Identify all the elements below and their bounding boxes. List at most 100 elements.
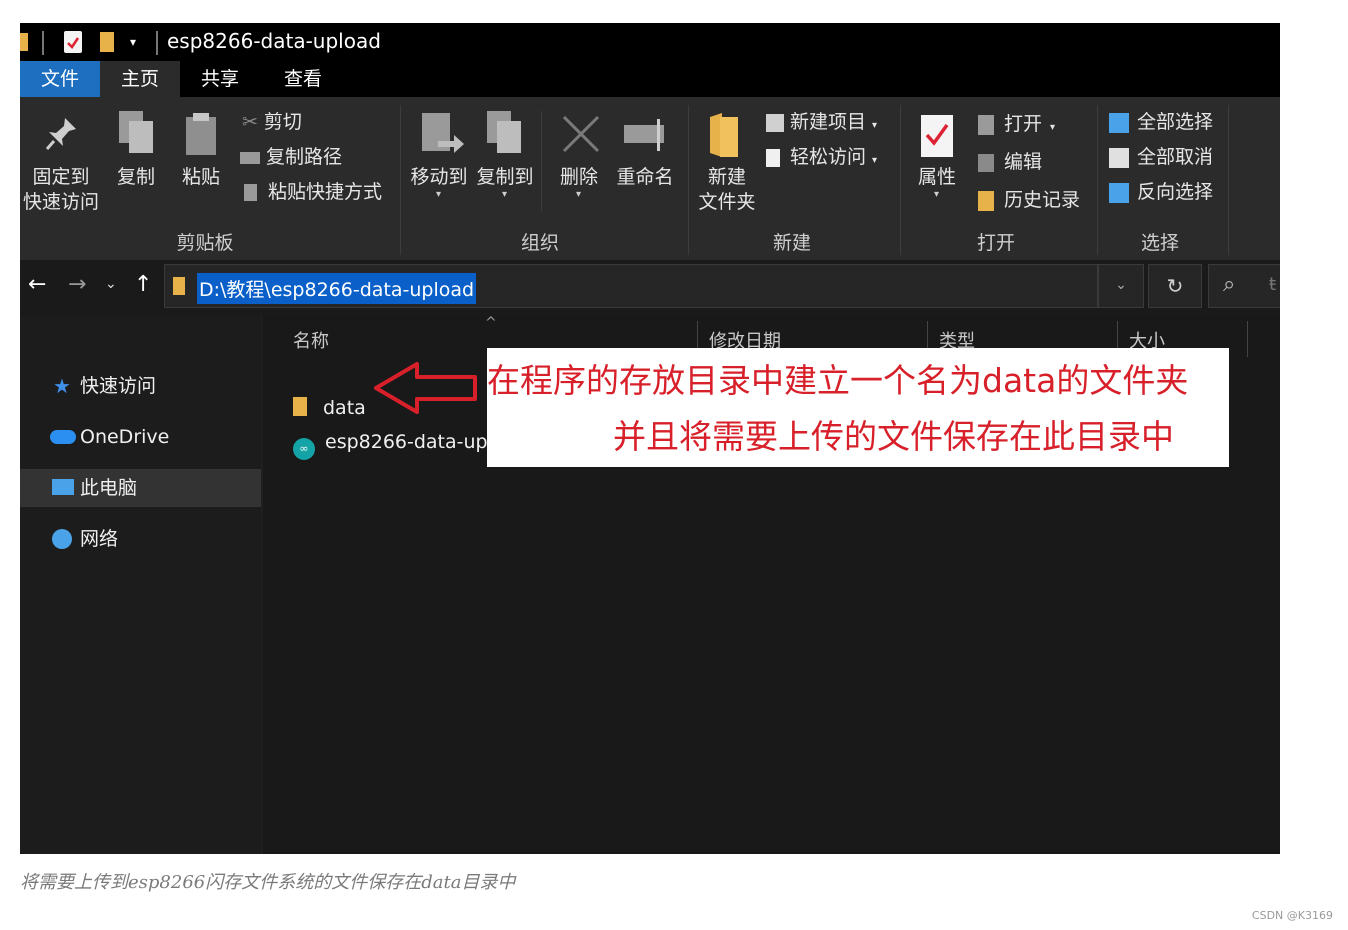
group-label-new: 新建 xyxy=(772,232,811,254)
move-to-button[interactable]: 移动到 xyxy=(406,165,472,190)
nav-item-quick-access[interactable]: ★ 快速访问 xyxy=(20,367,261,405)
annotation-line2: 并且将需要上传的文件保存在此目录中 xyxy=(613,417,1174,456)
nav-item-label: 快速访问 xyxy=(80,375,157,397)
network-icon xyxy=(52,529,72,549)
copy-path-button[interactable]: 复制路径 xyxy=(240,145,342,169)
rename-button[interactable]: 重命名 xyxy=(612,165,678,190)
paste-shortcut-button[interactable]: 粘贴快捷方式 xyxy=(244,180,382,204)
open-button[interactable]: 打开 ▾ xyxy=(978,112,1055,140)
folder-icon xyxy=(20,33,28,51)
easy-access-dropdown-icon: ▾ xyxy=(872,155,878,166)
copy-icon xyxy=(117,109,157,161)
copy-button[interactable]: 复制 xyxy=(112,165,160,190)
star-icon: ★ xyxy=(53,374,71,398)
edit-button[interactable]: 编辑 xyxy=(978,150,1042,174)
select-none-label: 全部取消 xyxy=(1137,146,1214,168)
address-bar-row: ← → ⌄ ↑ D:\教程\esp8266-data-upload ⌄ ↻ ⌕ … xyxy=(20,260,1280,315)
nav-item-label: 此电脑 xyxy=(80,477,138,499)
copy-to-dropdown-icon[interactable]: ▾ xyxy=(502,189,507,200)
nav-item-onedrive[interactable]: OneDrive xyxy=(20,418,261,456)
select-all-button[interactable]: 全部选择 xyxy=(1109,110,1213,134)
history-button[interactable]: 历史记录 xyxy=(978,188,1080,212)
properties-icon xyxy=(919,113,955,163)
open-icon xyxy=(978,114,994,135)
separator xyxy=(42,31,44,55)
rename-icon xyxy=(623,117,669,157)
annotation-box: 在程序的存放目录中建立一个名为data的文件夹 并且将需要上传的文件保存在此目录… xyxy=(487,348,1229,467)
new-item-label: 新建项目 xyxy=(790,111,867,133)
select-none-button[interactable]: 全部取消 xyxy=(1109,145,1213,169)
navigation-pane: ★ 快速访问 OneDrive 此电脑 网络 xyxy=(20,315,261,854)
up-button[interactable]: ↑ xyxy=(134,272,152,297)
column-divider xyxy=(1247,321,1248,357)
easy-access-button[interactable]: 轻松访问 ▾ xyxy=(766,145,877,173)
nav-item-this-pc[interactable]: 此电脑 xyxy=(20,469,261,507)
figure-caption: 将需要上传到esp8266闪存文件系统的文件保存在data目录中 xyxy=(20,872,516,893)
new-item-button[interactable]: 新建项目 ▾ xyxy=(766,110,877,138)
search-box[interactable]: ⌕ ŧ xyxy=(1208,264,1280,308)
forward-button[interactable]: → xyxy=(68,272,86,297)
properties-button[interactable]: 属性 xyxy=(912,165,962,190)
file-name: data xyxy=(323,397,366,419)
delete-button[interactable]: 删除 xyxy=(554,165,604,190)
new-item-dropdown-icon: ▾ xyxy=(872,120,878,131)
back-button[interactable]: ← xyxy=(28,272,46,297)
annotation-line1: 在程序的存放目录中建立一个名为data的文件夹 xyxy=(487,361,1189,400)
new-folder-button[interactable]: 新建 文件夹 xyxy=(694,165,760,215)
search-icon: ⌕ xyxy=(1223,272,1236,297)
file-row-data-folder[interactable]: data xyxy=(293,397,366,419)
recent-locations-icon[interactable]: ⌄ xyxy=(105,276,117,292)
pin-icon xyxy=(45,115,79,155)
tab-view[interactable]: 查看 xyxy=(260,61,346,97)
new-folder-icon xyxy=(708,111,742,163)
delete-dropdown-icon[interactable]: ▾ xyxy=(576,189,581,200)
window-title: esp8266-data-upload xyxy=(167,29,381,53)
new-item-icon xyxy=(766,113,784,132)
select-all-label: 全部选择 xyxy=(1137,111,1214,133)
cut-button[interactable]: ✂ 剪切 xyxy=(242,110,302,134)
group-label-open: 打开 xyxy=(976,232,1015,254)
properties-dropdown-icon[interactable]: ▾ xyxy=(934,189,939,200)
scissors-icon: ✂ xyxy=(242,111,258,133)
properties-quick-icon[interactable] xyxy=(64,31,82,53)
tab-file[interactable]: 文件 xyxy=(20,61,100,97)
address-dropdown-icon[interactable]: ⌄ xyxy=(1098,264,1144,308)
watermark: CSDN @K3169 xyxy=(1251,909,1333,922)
customize-dropdown-icon[interactable]: ▾ xyxy=(130,35,136,49)
paste-shortcut-label: 粘贴快捷方式 xyxy=(268,181,383,203)
address-box[interactable]: D:\教程\esp8266-data-upload xyxy=(164,264,1098,308)
pin-to-quick-access-button[interactable]: 固定到 快速访问 xyxy=(20,165,102,215)
invert-selection-button[interactable]: 反向选择 xyxy=(1109,180,1213,204)
title-bar: ▾ esp8266-data-upload xyxy=(20,23,1280,61)
delete-icon xyxy=(560,113,602,159)
arduino-icon: ∞ xyxy=(293,438,315,460)
inner-separator xyxy=(541,111,542,211)
tab-home[interactable]: 主页 xyxy=(100,61,180,97)
move-to-dropdown-icon[interactable]: ▾ xyxy=(436,189,441,200)
refresh-button[interactable]: ↻ xyxy=(1148,264,1202,308)
ribbon-tabs: 文件 主页 共享 查看 xyxy=(20,61,1280,97)
copy-path-icon xyxy=(240,151,260,164)
red-arrow-icon xyxy=(374,362,477,414)
nav-item-network[interactable]: 网络 xyxy=(20,520,261,558)
separator xyxy=(156,31,158,55)
group-separator xyxy=(400,105,401,255)
address-path[interactable]: D:\教程\esp8266-data-upload xyxy=(197,273,477,304)
paste-shortcut-icon xyxy=(244,184,257,201)
group-separator xyxy=(1228,105,1229,255)
new-folder-label-line2: 文件夹 xyxy=(698,191,756,213)
paste-button[interactable]: 粘贴 xyxy=(176,165,226,190)
nav-item-label: 网络 xyxy=(80,528,119,550)
history-icon xyxy=(978,190,994,211)
nav-item-label: OneDrive xyxy=(80,426,170,448)
invert-selection-label: 反向选择 xyxy=(1137,181,1214,203)
invert-selection-icon xyxy=(1109,182,1129,203)
group-label-clipboard: 剪贴板 xyxy=(176,232,234,254)
ribbon: 固定到 快速访问 复制 粘贴 ✂ 剪切 复制路径 粘贴快捷方式 剪贴板 移动到 ▾ xyxy=(20,97,1280,260)
tab-share[interactable]: 共享 xyxy=(180,61,260,97)
copy-path-label: 复制路径 xyxy=(266,146,343,168)
new-folder-quick-icon[interactable] xyxy=(100,32,114,52)
copy-to-button[interactable]: 复制到 xyxy=(472,165,538,190)
folder-icon xyxy=(293,397,307,416)
column-header-name[interactable]: 名称 xyxy=(293,327,329,353)
